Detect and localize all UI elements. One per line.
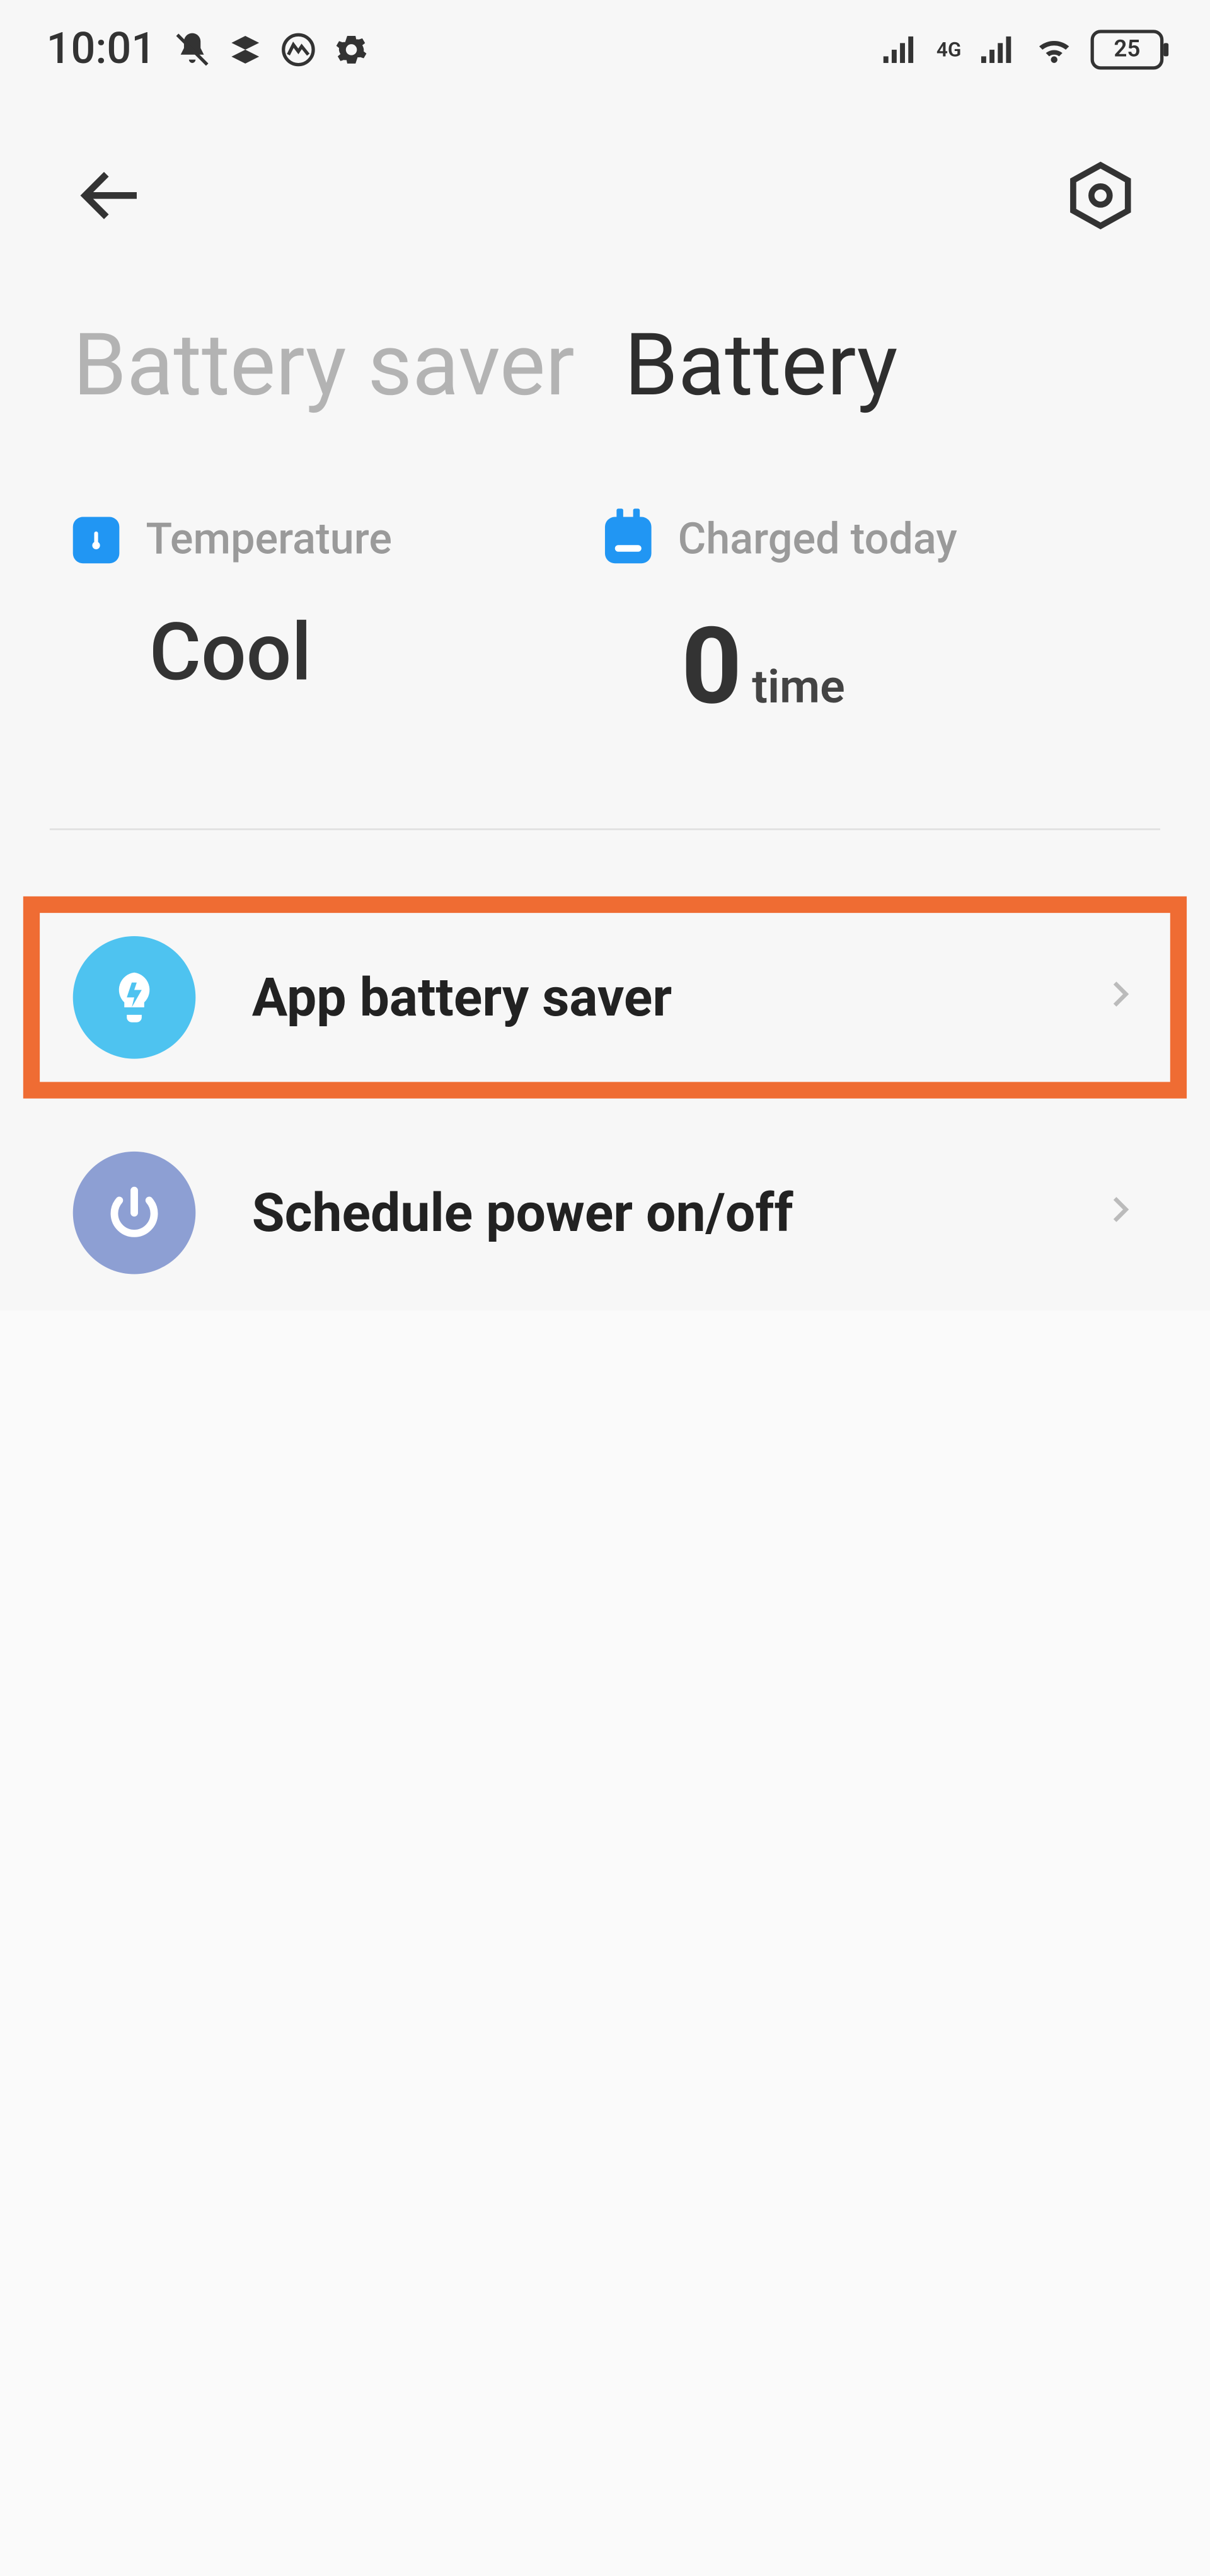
power-icon xyxy=(73,1152,196,1274)
signal-2-icon xyxy=(978,30,1018,69)
settings-icon[interactable] xyxy=(1064,159,1137,238)
bell-off-icon xyxy=(172,30,212,69)
phone-screen: 10:01 4G xyxy=(0,0,1210,1310)
tabs: Battery saver Battery xyxy=(0,315,1210,416)
bulb-icon xyxy=(73,936,196,1059)
status-time: 10:01 xyxy=(47,25,156,74)
stat-temperature-label: Temperature xyxy=(146,515,392,565)
menu-app-battery-saver[interactable]: App battery saver xyxy=(40,913,1170,1082)
header xyxy=(0,132,1210,265)
divider xyxy=(50,828,1160,830)
plug-icon xyxy=(605,517,652,564)
thermometer-icon xyxy=(73,517,120,564)
stat-temperature-value: Cool xyxy=(73,605,605,699)
gear-icon xyxy=(335,33,368,67)
stat-charged-value: 0time xyxy=(605,605,1137,729)
stat-charged: Charged today 0time xyxy=(605,515,1137,729)
battery-level-icon: 25 xyxy=(1091,30,1164,69)
highlight-box: App battery saver xyxy=(23,896,1187,1099)
status-bar: 10:01 4G xyxy=(0,0,1210,100)
chevron-right-icon xyxy=(1104,1193,1138,1233)
app-icon xyxy=(279,30,318,69)
signal-icon xyxy=(880,30,919,69)
tab-battery-saver[interactable]: Battery saver xyxy=(73,315,575,416)
menu-schedule-power[interactable]: Schedule power on/off xyxy=(0,1115,1210,1310)
back-icon[interactable] xyxy=(73,159,146,238)
menu-schedule-power-label: Schedule power on/off xyxy=(252,1181,1047,1244)
menu-app-battery-saver-label: App battery saver xyxy=(252,966,1047,1029)
layers-icon xyxy=(229,33,262,67)
tab-battery[interactable]: Battery xyxy=(625,315,898,416)
stat-temperature: Temperature Cool xyxy=(73,515,605,729)
network-label: 4G xyxy=(936,40,962,60)
stats-panel: Temperature Cool Charged today 0time xyxy=(0,416,1210,795)
stat-charged-label: Charged today xyxy=(678,515,957,565)
wifi-icon xyxy=(1034,30,1074,69)
chevron-right-icon xyxy=(1104,978,1138,1017)
